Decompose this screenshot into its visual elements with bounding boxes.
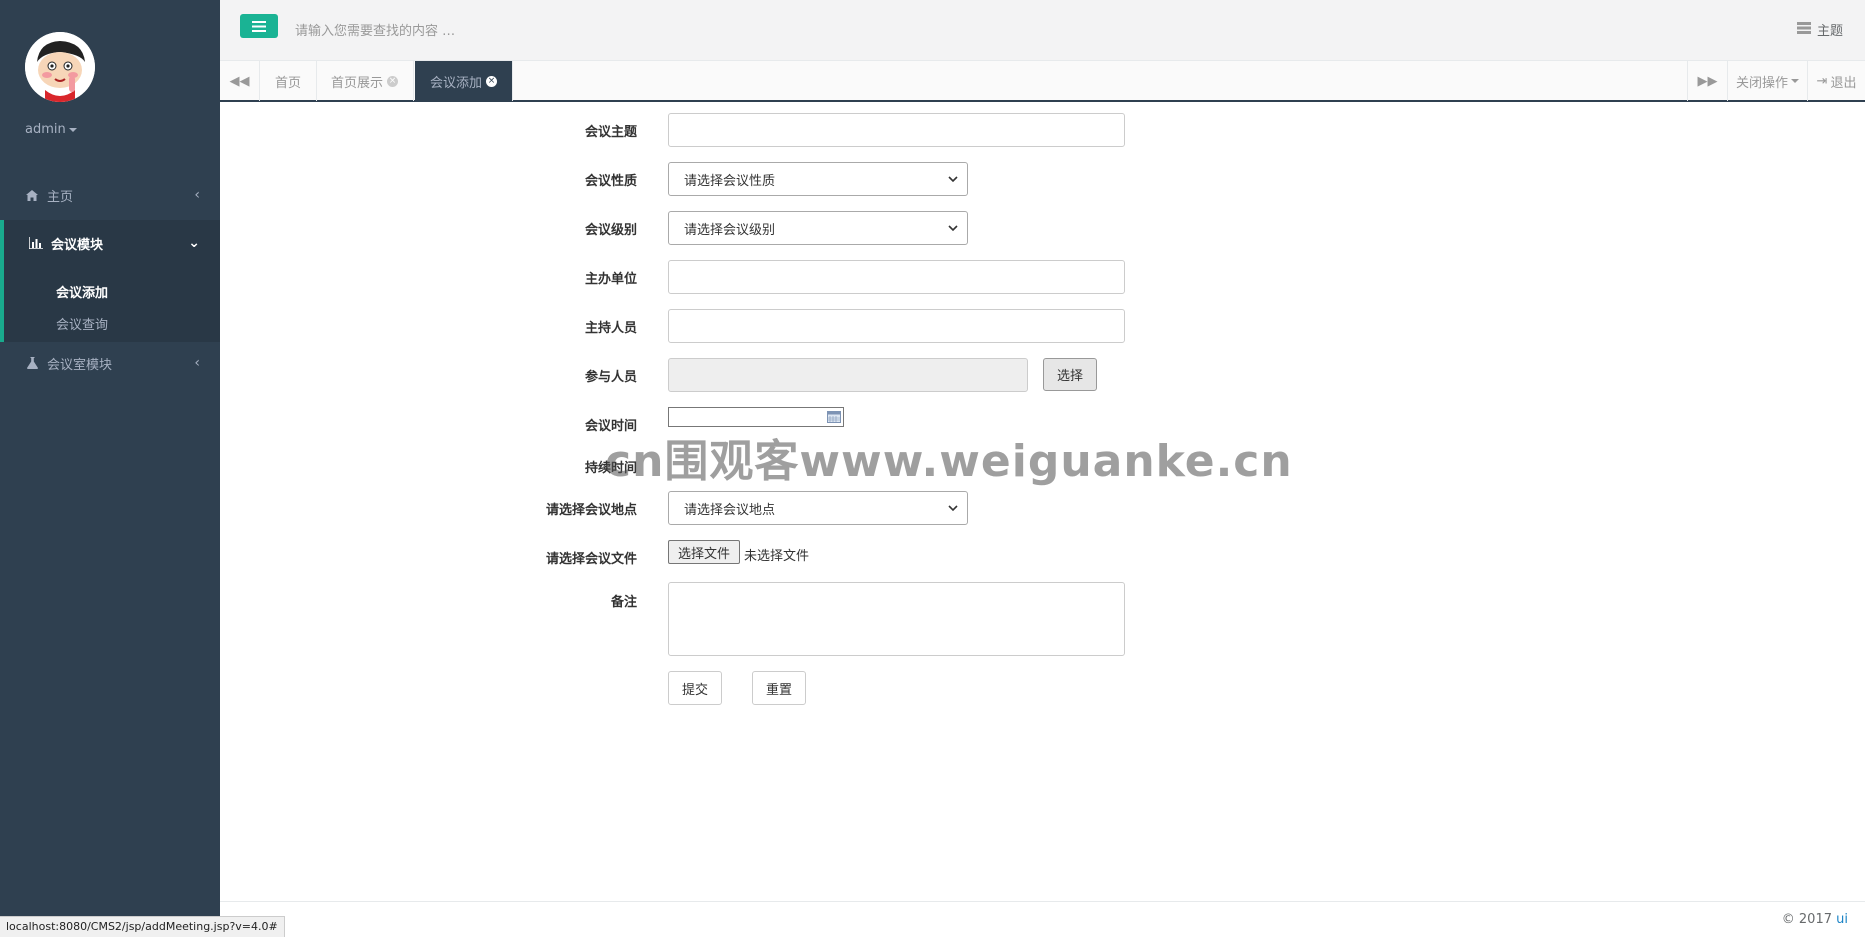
watermark: cn围观客www.weiguanke.cn [605, 436, 1293, 487]
ui-link[interactable]: ui [1836, 912, 1848, 927]
sidebar: admin 主页 ‹ 会议模块 ⌄ 会议添加 会议查询 会议室模块 ‹ [0, 0, 220, 937]
toggle-sidebar-button[interactable] [240, 14, 278, 38]
location-label: 请选择会议地点 [545, 503, 637, 518]
tab-home[interactable]: 首页 [260, 61, 318, 101]
backward-icon: ◀◀ [229, 73, 250, 89]
nav-meeting-module-label: 会议模块 [51, 237, 104, 253]
chevron-left-icon: ‹ [194, 187, 200, 203]
nature-label: 会议性质 [584, 174, 637, 189]
tab-meeting-add[interactable]: 会议添加 × [415, 61, 514, 101]
tasks-icon [1796, 21, 1811, 38]
level-select[interactable]: 请选择会议级别 [668, 211, 968, 245]
nav-meeting-query[interactable]: 会议查询 [56, 314, 108, 333]
level-label: 会议级别 [584, 223, 637, 238]
close-tab-icon[interactable]: × [387, 75, 399, 87]
meeting-submenu: 会议添加 会议查询 [0, 266, 220, 342]
browser-status-url: localhost:8080/CMS2/jsp/addMeeting.jsp?v… [0, 916, 285, 937]
top-navbar: 请输入您需要查找的内容 … 主题 [220, 0, 1865, 61]
theme-label: 主题 [1816, 24, 1843, 39]
choose-participants-button[interactable]: 选择 [1043, 358, 1097, 391]
forward-icon: ▶▶ [1697, 73, 1718, 89]
hamburger-icon [252, 20, 266, 32]
nav-home[interactable]: 主页 ‹ [0, 172, 220, 218]
level-select-value: 请选择会议级别 [684, 222, 776, 238]
close-operations-label: 关闭操作 [1735, 75, 1788, 91]
organizer-input[interactable] [668, 260, 1125, 294]
logout-button[interactable]: ⇥ 退出 [1807, 61, 1865, 101]
tab-label: 会议添加 [430, 75, 483, 91]
bar-chart-icon [29, 236, 43, 250]
nature-select-value: 请选择会议性质 [684, 173, 776, 189]
tab-home-display[interactable]: 首页展示 × [316, 61, 415, 101]
chevron-down-icon [948, 176, 958, 183]
meeting-time-input[interactable] [668, 407, 844, 427]
submit-button[interactable]: 提交 [668, 671, 722, 705]
subject-label: 会议主题 [584, 125, 637, 140]
chevron-down-icon: ⌄ [188, 235, 200, 251]
subject-input[interactable] [668, 113, 1125, 147]
tab-label: 首页展示 [331, 75, 384, 91]
tabs-scroll-left-button[interactable]: ◀◀ [220, 61, 260, 101]
remark-textarea[interactable] [668, 582, 1125, 656]
caret-down-icon [68, 127, 77, 132]
tab-label: 首页 [275, 75, 302, 91]
home-icon [25, 188, 39, 202]
host-label: 主持人员 [584, 321, 637, 336]
close-tab-icon[interactable]: × [486, 75, 498, 87]
user-name: admin [25, 122, 66, 137]
remark-label: 备注 [610, 595, 637, 610]
file-label: 请选择会议文件 [545, 552, 637, 567]
avatar-cartoon-icon [25, 32, 95, 102]
file-status: 未选择文件 [744, 549, 810, 564]
reset-button[interactable]: 重置 [752, 671, 806, 705]
sign-out-icon: ⇥ [1816, 73, 1828, 89]
host-input[interactable] [668, 309, 1125, 343]
theme-button[interactable]: 主题 [1796, 20, 1843, 39]
top-search-input[interactable]: 请输入您需要查找的内容 … [295, 20, 455, 39]
copyright: © 2017 ui [1782, 912, 1848, 927]
calendar-icon[interactable] [827, 411, 841, 423]
chevron-left-icon: ‹ [194, 355, 200, 371]
chevron-down-icon [948, 505, 958, 512]
tabs-bar: ◀◀ 首页 首页展示 × 会议添加 × ▶▶ 关闭操作 ⇥ 退出 [220, 61, 1865, 102]
chevron-down-icon [948, 225, 958, 232]
user-menu[interactable]: admin [25, 122, 77, 137]
location-select-value: 请选择会议地点 [684, 502, 776, 518]
avatar[interactable] [25, 32, 95, 102]
tabs-scroll-right-button[interactable]: ▶▶ [1687, 61, 1727, 101]
flask-icon [25, 356, 39, 370]
copyright-text: © 2017 [1781, 912, 1837, 927]
close-operations-dropdown[interactable]: 关闭操作 [1727, 61, 1807, 101]
choose-file-button[interactable]: 选择文件 [668, 540, 740, 564]
location-select[interactable]: 请选择会议地点 [668, 491, 968, 525]
participants-label: 参与人员 [584, 370, 637, 385]
nav-meeting-module[interactable]: 会议模块 ⌄ [0, 220, 220, 266]
organizer-label: 主办单位 [584, 272, 637, 287]
nav-meeting-add[interactable]: 会议添加 [56, 282, 108, 301]
participants-input[interactable] [668, 358, 1028, 392]
footer: © 2017 ui [220, 901, 1865, 937]
nav-home-label: 主页 [47, 189, 74, 205]
caret-down-icon [1791, 79, 1799, 83]
nav-room-module[interactable]: 会议室模块 ‹ [0, 340, 220, 386]
nav-room-module-label: 会议室模块 [47, 357, 113, 373]
nature-select[interactable]: 请选择会议性质 [668, 162, 968, 196]
logout-label: 退出 [1830, 75, 1857, 91]
